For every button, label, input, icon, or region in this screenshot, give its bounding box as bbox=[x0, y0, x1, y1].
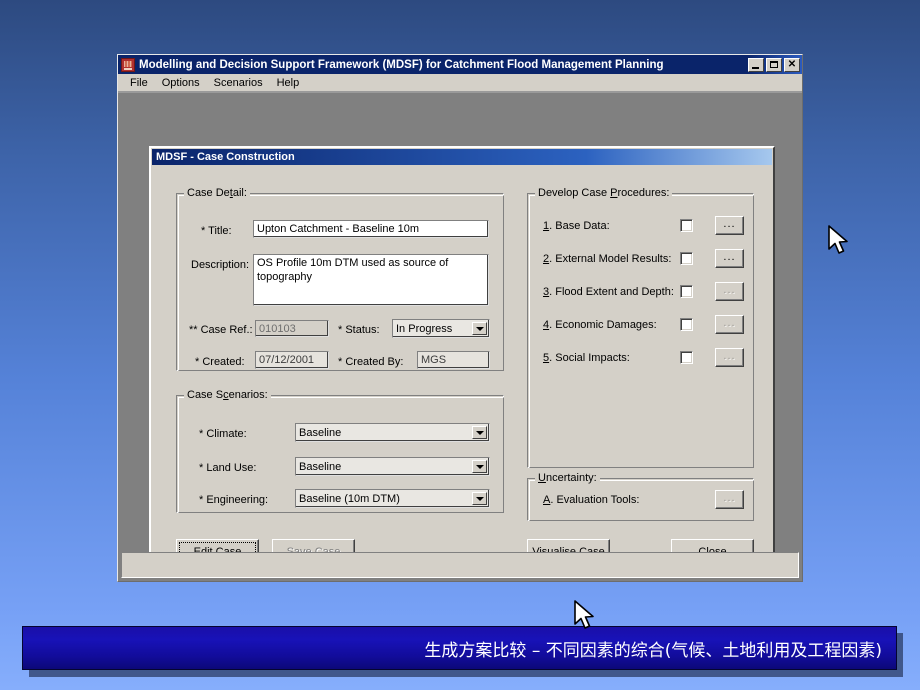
case-detail-group: Case Detail: * Title: Upton Catchment - … bbox=[176, 187, 504, 371]
procedure-3-label: 3. Flood Extent and Depth: bbox=[543, 286, 674, 298]
case-ref-value: 010103 bbox=[255, 320, 329, 337]
title-input[interactable]: Upton Catchment - Baseline 10m bbox=[253, 220, 489, 238]
case-scenarios-legend: Case Scenarios: bbox=[184, 389, 271, 401]
procedure-1-checkbox[interactable] bbox=[680, 219, 693, 232]
menu-item-options[interactable]: Options bbox=[155, 76, 207, 90]
evaluation-tools-browse-button[interactable]: ... bbox=[715, 490, 744, 509]
land-use-dropdown[interactable]: Baseline bbox=[295, 457, 490, 476]
engineering-dropdown[interactable]: Baseline (10m DTM) bbox=[295, 489, 490, 508]
dialog-client-area: Case Detail: * Title: Upton Catchment - … bbox=[152, 166, 772, 629]
close-icon: ✕ bbox=[787, 58, 797, 70]
develop-case-procedures-group: Develop Case Procedures: 1. Base Data: .… bbox=[527, 187, 754, 468]
description-input[interactable]: OS Profile 10m DTM used as source of top… bbox=[253, 254, 489, 306]
evaluation-tools-label: A. Evaluation Tools: bbox=[543, 494, 640, 506]
menu-item-file[interactable]: File bbox=[123, 76, 155, 90]
menu-item-help[interactable]: Help bbox=[270, 76, 307, 90]
procedure-4-browse-button[interactable]: ... bbox=[715, 315, 744, 334]
close-window-button[interactable]: ✕ bbox=[784, 57, 800, 72]
menu-bar: File Options Scenarios Help bbox=[118, 74, 802, 92]
chevron-down-icon[interactable] bbox=[472, 492, 487, 505]
engineering-label: * Engineering: bbox=[199, 494, 269, 506]
dialog-title: MDSF - Case Construction bbox=[156, 151, 295, 163]
mdi-client-area: MDSF - Case Construction Case Detail: * … bbox=[118, 93, 802, 629]
case-scenarios-group: Case Scenarios: * Climate: Baseline * La… bbox=[176, 389, 504, 513]
climate-value: Baseline bbox=[299, 426, 342, 439]
uncertainty-legend: Uncertainty: bbox=[535, 472, 600, 484]
created-value[interactable]: 07/12/2001 bbox=[255, 351, 329, 369]
procedure-5-browse-button[interactable]: ... bbox=[715, 348, 744, 367]
application-title: Modelling and Decision Support Framework… bbox=[139, 58, 664, 71]
dialog-titlebar[interactable]: MDSF - Case Construction bbox=[152, 149, 772, 165]
procedure-1-label: 1. Base Data: bbox=[543, 220, 610, 232]
title-label: * Title: bbox=[201, 225, 232, 237]
status-label: * Status: bbox=[338, 324, 380, 336]
chevron-down-icon[interactable] bbox=[472, 460, 487, 473]
case-ref-label: ** Case Ref.: bbox=[189, 324, 253, 336]
caption-text: 生成方案比较 – 不同因素的综合(气候、土地利用及工程因素) bbox=[424, 640, 882, 661]
status-dropdown[interactable]: In Progress bbox=[392, 319, 490, 338]
procedure-2-label: 2. External Model Results: bbox=[543, 253, 672, 265]
procedure-4-label: 4. Economic Damages: bbox=[543, 319, 657, 331]
mdsf-app-icon bbox=[121, 57, 135, 72]
menu-item-scenarios[interactable]: Scenarios bbox=[207, 76, 270, 90]
procedure-2-browse-button[interactable]: ... bbox=[715, 249, 744, 268]
engineering-value: Baseline (10m DTM) bbox=[299, 492, 400, 505]
created-by-label: * Created By: bbox=[338, 356, 404, 368]
case-construction-dialog: MDSF - Case Construction Case Detail: * … bbox=[149, 146, 775, 629]
minimize-button[interactable] bbox=[748, 57, 764, 72]
procedure-1-browse-button[interactable]: ... bbox=[715, 216, 744, 235]
chevron-down-icon[interactable] bbox=[472, 426, 487, 439]
procedure-3-checkbox[interactable] bbox=[680, 285, 693, 298]
created-label: * Created: bbox=[195, 356, 245, 368]
window-controls: ✕ bbox=[748, 57, 800, 72]
climate-dropdown[interactable]: Baseline bbox=[295, 423, 490, 442]
procedure-2-checkbox[interactable] bbox=[680, 252, 693, 265]
maximize-button[interactable] bbox=[766, 57, 782, 72]
procedures-legend: Develop Case Procedures: bbox=[535, 187, 673, 199]
application-titlebar[interactable]: Modelling and Decision Support Framework… bbox=[118, 55, 802, 74]
mouse-cursor-base-data bbox=[828, 225, 848, 254]
procedure-3-browse-button[interactable]: ... bbox=[715, 282, 744, 301]
status-bar bbox=[121, 552, 799, 578]
created-by-value[interactable]: MGS bbox=[417, 351, 490, 369]
climate-label: * Climate: bbox=[199, 428, 247, 440]
land-use-label: * Land Use: bbox=[199, 462, 257, 474]
description-label: Description: bbox=[191, 259, 250, 271]
uncertainty-group: Uncertainty: A. Evaluation Tools: ... bbox=[527, 472, 754, 521]
status-value: In Progress bbox=[396, 322, 453, 335]
procedure-5-checkbox[interactable] bbox=[680, 351, 693, 364]
application-window: Modelling and Decision Support Framework… bbox=[117, 54, 848, 629]
case-detail-legend: Case Detail: bbox=[184, 187, 250, 199]
chevron-down-icon[interactable] bbox=[472, 322, 487, 335]
caption-bar: 生成方案比较 – 不同因素的综合(气候、土地利用及工程因素) bbox=[22, 626, 897, 670]
procedure-4-checkbox[interactable] bbox=[680, 318, 693, 331]
procedure-5-label: 5. Social Impacts: bbox=[543, 352, 630, 364]
land-use-value: Baseline bbox=[299, 460, 342, 473]
